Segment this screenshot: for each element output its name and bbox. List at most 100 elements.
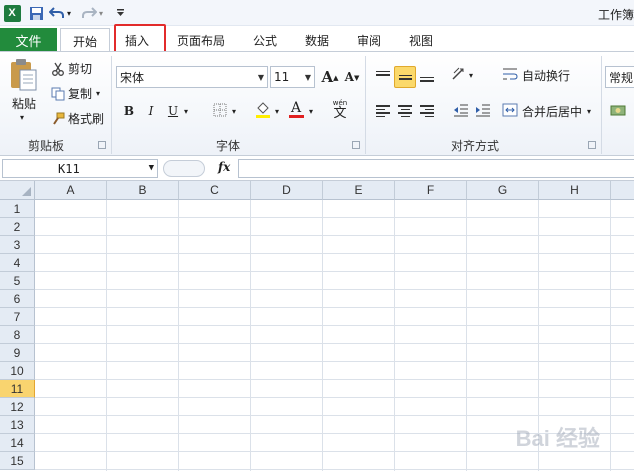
merge-center-label: 合并后居中 xyxy=(522,105,583,119)
row-header-4[interactable]: 4 xyxy=(0,254,35,272)
borders-dropdown-icon[interactable]: ▾ xyxy=(228,100,240,122)
grid-line xyxy=(35,343,634,344)
row-header-9[interactable]: 9 xyxy=(0,344,35,362)
redo-dropdown-icon[interactable]: ▾ xyxy=(96,4,106,22)
cut-label: 剪切 xyxy=(68,62,93,76)
paste-label[interactable]: 粘贴 xyxy=(12,95,36,112)
save-icon[interactable] xyxy=(27,4,45,22)
tab-view[interactable]: 视图 xyxy=(401,28,441,52)
font-launcher-icon[interactable] xyxy=(352,141,360,149)
align-bottom-icon xyxy=(420,76,434,82)
ribbon-home: 粘贴 ▾ 剪切 复制 ▾ 格式刷 剪贴板 宋体 ▼ 11 ▼ A ▲ A ▼ B I… xyxy=(0,51,634,156)
align-bottom-button[interactable] xyxy=(416,68,438,90)
column-header-h[interactable]: H xyxy=(539,181,611,200)
chevron-down-icon[interactable]: ▼ xyxy=(258,73,264,82)
number-format-combo[interactable]: 常规 xyxy=(605,66,634,88)
chevron-down-icon[interactable]: ▼ xyxy=(305,73,311,82)
cell-reference: K11 xyxy=(58,161,80,176)
align-center-icon xyxy=(398,105,412,117)
grid-line xyxy=(35,325,634,326)
tab-page-layout[interactable]: 页面布局 xyxy=(170,28,232,52)
font-color-button[interactable]: A xyxy=(285,98,307,120)
font-color-dropdown-icon[interactable]: ▾ xyxy=(305,100,317,122)
accounting-format-button[interactable] xyxy=(608,100,630,122)
select-all-button[interactable] xyxy=(0,181,35,200)
wrap-text-button[interactable]: 自动换行 xyxy=(502,67,570,84)
column-header-g[interactable]: G xyxy=(467,181,539,200)
row-header-8[interactable]: 8 xyxy=(0,326,35,344)
increase-indent-button[interactable] xyxy=(472,100,494,122)
phonetic-button[interactable]: wén 文 xyxy=(328,96,352,124)
column-header-e[interactable]: E xyxy=(323,181,395,200)
chevron-down-icon[interactable]: ▼ xyxy=(149,163,154,173)
tab-file[interactable]: 文件 xyxy=(0,28,57,52)
customize-toolbar-icon[interactable] xyxy=(114,4,126,22)
italic-button[interactable]: I xyxy=(140,100,162,122)
group-divider xyxy=(365,56,366,154)
cut-button[interactable]: 剪切 xyxy=(50,60,92,77)
row-header-1[interactable]: 1 xyxy=(0,200,35,218)
paste-icon[interactable] xyxy=(8,58,38,92)
merge-center-dropdown-icon[interactable]: ▾ xyxy=(587,107,591,116)
font-size-value: 11 xyxy=(274,70,290,84)
decrease-indent-button[interactable] xyxy=(450,100,472,122)
clipboard-launcher-icon[interactable] xyxy=(98,141,106,149)
column-header-f[interactable]: F xyxy=(395,181,467,200)
grid-line xyxy=(35,289,634,290)
paint-bucket-icon xyxy=(255,101,271,122)
alignment-launcher-icon[interactable] xyxy=(588,141,596,149)
column-header-a[interactable]: A xyxy=(35,181,107,200)
row-header-5[interactable]: 5 xyxy=(0,272,35,290)
font-size-combo[interactable]: 11 ▼ xyxy=(270,66,315,88)
row-header-11[interactable]: 11 xyxy=(0,380,35,398)
paste-dropdown-icon[interactable]: ▾ xyxy=(20,113,24,122)
name-box[interactable]: K11 ▼ xyxy=(2,159,158,178)
tab-formulas[interactable]: 公式 xyxy=(246,28,284,52)
column-header-c[interactable]: C xyxy=(179,181,251,200)
alignment-group-label: 对齐方式 xyxy=(450,139,499,153)
fill-color-dropdown-icon[interactable]: ▾ xyxy=(271,100,283,122)
align-center-button[interactable] xyxy=(394,100,416,122)
copy-button[interactable]: 复制 ▾ xyxy=(50,85,100,102)
column-header-d[interactable]: D xyxy=(251,181,323,200)
copy-icon xyxy=(50,87,66,101)
bold-button[interactable]: B xyxy=(118,100,140,122)
column-header-next[interactable] xyxy=(611,181,634,200)
tab-home[interactable]: 开始 xyxy=(60,28,110,53)
grid-line xyxy=(35,217,634,218)
row-header-13[interactable]: 13 xyxy=(0,416,35,434)
wrap-text-icon xyxy=(502,67,520,84)
align-right-button[interactable] xyxy=(416,100,438,122)
tab-review[interactable]: 审阅 xyxy=(350,28,388,52)
align-middle-button[interactable] xyxy=(394,66,416,88)
shrink-font-letter: A xyxy=(344,70,354,84)
title-bar: X ▾ ▾ 工作簿 xyxy=(0,0,634,26)
tab-data[interactable]: 数据 xyxy=(297,28,337,52)
column-header-b[interactable]: B xyxy=(107,181,179,200)
format-painter-button[interactable]: 格式刷 xyxy=(50,110,104,127)
copy-dropdown-icon[interactable]: ▾ xyxy=(96,89,100,98)
grid-line xyxy=(35,415,634,416)
align-left-button[interactable] xyxy=(372,100,394,122)
shrink-font-button[interactable]: A ▼ xyxy=(341,66,363,88)
decrease-indent-icon xyxy=(453,103,469,120)
undo-dropdown-icon[interactable]: ▾ xyxy=(64,4,74,22)
row-header-14[interactable]: 14 xyxy=(0,434,35,452)
align-top-button[interactable] xyxy=(372,64,394,86)
formula-input[interactable] xyxy=(238,159,634,178)
row-header-12[interactable]: 12 xyxy=(0,398,35,416)
currency-icon xyxy=(610,102,628,121)
merge-center-button[interactable]: 合并后居中 ▾ xyxy=(502,103,591,120)
insert-function-button[interactable]: fx xyxy=(218,160,230,174)
row-header-15[interactable]: 15 xyxy=(0,452,35,470)
row-header-10[interactable]: 10 xyxy=(0,362,35,380)
row-header-6[interactable]: 6 xyxy=(0,290,35,308)
row-header-2[interactable]: 2 xyxy=(0,218,35,236)
row-header-7[interactable]: 7 xyxy=(0,308,35,326)
underline-dropdown-icon[interactable]: ▾ xyxy=(180,100,192,122)
row-header-3[interactable]: 3 xyxy=(0,236,35,254)
font-name-combo[interactable]: 宋体 ▼ xyxy=(116,66,268,88)
excel-logo-icon: X xyxy=(3,4,21,22)
grow-font-button[interactable]: A ▲ xyxy=(319,66,341,88)
orientation-dropdown-icon[interactable]: ▾ xyxy=(465,64,477,86)
